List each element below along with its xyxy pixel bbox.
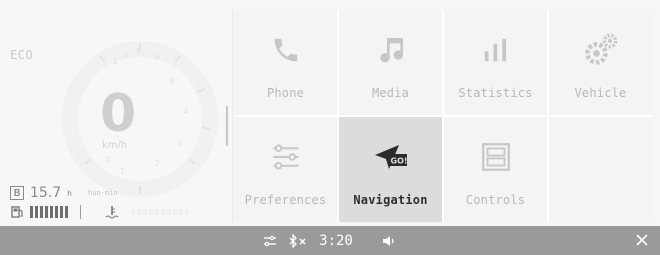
close-icon[interactable] [634,232,650,248]
gears-icon [584,33,617,65]
menu-tile-label: Vehicle [574,86,627,100]
svg-text:3: 3 [135,47,140,56]
music-note-icon [379,38,403,63]
coolant-temperature-icon [105,206,119,219]
menu-tile-preferences[interactable]: Preferences [234,117,337,222]
trip-unit: h [67,188,72,198]
bar-chart-icon [484,38,506,62]
clock: 3:20 [319,232,353,249]
navigation-go-icon: GO! [374,145,407,169]
cluster-divider [226,106,228,146]
fuel-level-bars [30,206,68,218]
controls-icon [481,143,510,171]
trip-b-badge: B [10,186,24,200]
svg-text:GO!: GO! [390,157,407,166]
svg-text:1: 1 [120,167,125,176]
phone-icon [274,38,297,62]
main-menu-grid: Phone Media Statistics Vehicle Preferenc… [234,10,652,222]
drive-mode-label: ECO [10,48,34,62]
menu-tile-label: Preferences [244,193,327,207]
speed-unit-label: km/h [102,140,128,151]
svg-text:3: 3 [177,139,182,148]
volume-icon[interactable] [381,234,397,248]
trip-subtext: hun·min [88,189,118,197]
bluetooth-disconnected-icon [289,233,306,248]
menu-tile-label: Navigation [353,193,428,207]
tachometer-gauge: 12 3 684 321 0 [62,41,218,197]
sliders-status-icon [264,235,277,246]
status-bar: 3:20 [0,226,660,255]
menu-tile-label: Controls [465,193,526,207]
fuel-readout [10,205,189,219]
trip-readout: B 15.7 h hun·min [10,185,118,201]
sliders-icon [273,144,298,170]
menu-tile-label: Phone [266,86,305,100]
svg-text:8: 8 [170,77,175,86]
svg-text:1: 1 [113,57,118,66]
svg-text:4: 4 [183,107,188,116]
trip-value: 15.7 [30,185,62,201]
svg-text:2: 2 [123,51,128,60]
dashboard-screen: ECO 123 684 321 0 0 km/h B 15.7 h hun·mi… [0,0,660,255]
menu-tile-vehicle[interactable]: Vehicle [549,10,652,115]
status-indicators: 3:20 [263,233,397,249]
current-speed-value: 0 [100,84,137,144]
menu-tile-navigation[interactable]: GO! Navigation [339,117,442,222]
svg-text:0: 0 [105,155,110,164]
fuel-pump-icon [11,206,23,218]
menu-tile-statistics[interactable]: Statistics [444,10,547,115]
fuel-separator [80,205,81,219]
menu-tile-phone[interactable]: Phone [234,10,337,115]
menu-tile-media[interactable]: Media [339,10,442,115]
svg-text:6: 6 [155,53,160,62]
instrument-cluster: ECO 123 684 321 0 0 km/h B 15.7 h hun·mi… [0,10,233,222]
temperature-level-bars [131,209,189,215]
menu-tile-label: Statistics [458,86,533,100]
empty-tile [549,117,652,222]
menu-tile-label: Media [371,86,410,100]
svg-text:2: 2 [155,159,160,168]
menu-tile-controls[interactable]: Controls [444,117,547,222]
